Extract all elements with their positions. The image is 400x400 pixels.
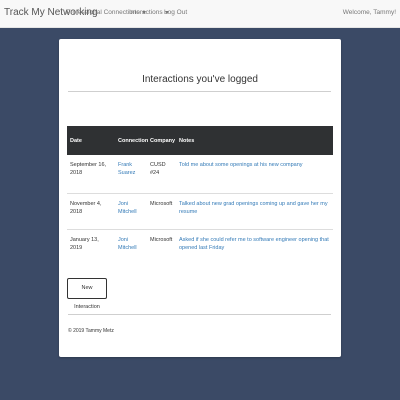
- nav-interactions-label: Interactions: [129, 9, 163, 16]
- cell-connection-link[interactable]: Joni Mitchell: [115, 229, 147, 266]
- column-header-company: Company: [147, 126, 176, 155]
- cell-connection-link[interactable]: Frank Suarez: [115, 155, 147, 194]
- footer-copyright: © 2019 Tammy Metz: [68, 328, 114, 334]
- interactions-table: Date Connection Company Notes September …: [67, 126, 333, 266]
- cell-date: January 13, 2019: [67, 229, 115, 266]
- cell-notes-link[interactable]: Told me about some openings at his new c…: [176, 155, 333, 194]
- cell-company: Microsoft: [147, 229, 176, 266]
- cell-date: November 4, 2018: [67, 193, 115, 230]
- page-title: Interactions you've logged: [142, 74, 258, 85]
- title-divider: [68, 91, 331, 92]
- top-navbar: Track My Networking Professional Connect…: [0, 0, 400, 28]
- table-row: November 4, 2018 Joni Mitchell Microsoft…: [67, 193, 333, 230]
- table-header-row: Date Connection Company Notes: [67, 126, 333, 155]
- cell-connection-link[interactable]: Joni Mitchell: [115, 193, 147, 230]
- table-row: September 16, 2018 Frank Suarez CUSD #24…: [67, 155, 333, 194]
- cell-company: CUSD #24: [150, 162, 166, 176]
- nav-interactions-dropdown[interactable]: Interactions: [129, 9, 169, 16]
- interactions-table-container: Date Connection Company Notes September …: [67, 126, 333, 266]
- cell-notes-link[interactable]: Talked about new grad openings coming up…: [176, 193, 333, 230]
- cell-date: September 16, 2018: [70, 162, 107, 176]
- cell-notes-link[interactable]: Asked if she could refer me to software …: [176, 229, 333, 266]
- footer-divider: [68, 314, 331, 315]
- column-header-notes: Notes: [176, 126, 333, 155]
- column-header-date: Date: [67, 126, 115, 155]
- table-row: January 13, 2019 Joni Mitchell Microsoft…: [67, 229, 333, 266]
- welcome-message: Welcome, Tammy!: [342, 9, 396, 16]
- nav-log-out-link[interactable]: Log Out: [164, 9, 187, 16]
- cell-company: Microsoft: [147, 193, 176, 230]
- column-header-connection: Connection: [115, 126, 148, 155]
- new-interaction-button[interactable]: New Interaction: [67, 278, 107, 310]
